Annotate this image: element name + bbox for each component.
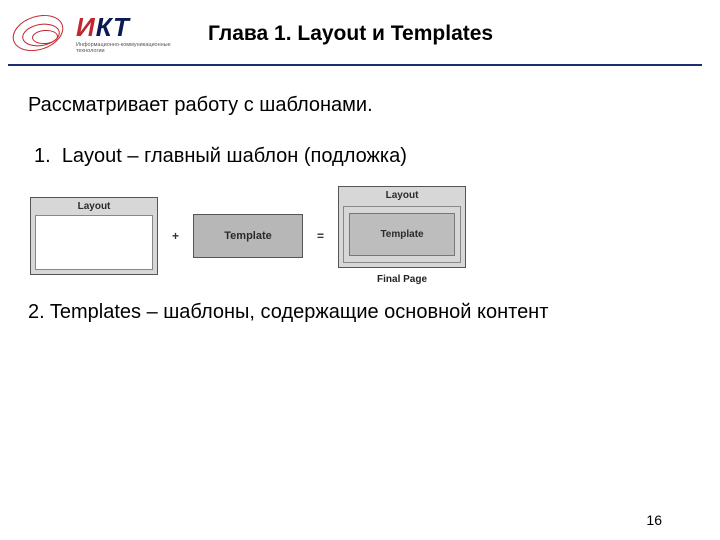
result-caption: Final Page xyxy=(377,274,427,285)
item1-number: 1. xyxy=(34,145,51,167)
layout-box-inner xyxy=(35,215,153,270)
plus-operator: + xyxy=(168,229,183,243)
result-template-label: Template xyxy=(349,213,455,256)
logo-text: ИКТ xyxy=(76,14,186,40)
result-inner-border: Template xyxy=(343,206,461,263)
layout-box-label: Layout xyxy=(31,198,157,215)
slide-content: Рассматривает работу с шаблонами. 1. Lay… xyxy=(0,66,720,324)
intro-text: Рассматривает работу с шаблонами. xyxy=(28,94,692,117)
list-item-1: 1. Layout – главный шаблон (подложка) xyxy=(34,145,692,168)
logo-text-wrap: ИКТ Информационно-коммуникационные техно… xyxy=(76,14,186,54)
logo-swirl-icon xyxy=(8,10,72,58)
diagram-result-wrap: Layout Template Final Page xyxy=(338,186,466,285)
diagram-result-box: Layout Template xyxy=(338,186,466,268)
logo-letter-red: И xyxy=(76,12,96,42)
diagram-layout-box: Layout xyxy=(30,197,158,275)
result-layout-label: Layout xyxy=(339,187,465,204)
diagram-template-box: Template xyxy=(193,214,303,258)
list-item-2: 2. Templates – шаблоны, содержащие основ… xyxy=(28,301,692,324)
page-number: 16 xyxy=(646,512,662,528)
slide-header: ИКТ Информационно-коммуникационные техно… xyxy=(0,0,720,64)
item1-text: Layout – главный шаблон (подложка) xyxy=(62,145,407,167)
layout-template-diagram: Layout + Template = Layout Template Fina… xyxy=(30,186,692,285)
logo-block: ИКТ Информационно-коммуникационные техно… xyxy=(8,10,198,58)
template-box-label: Template xyxy=(224,230,271,242)
chapter-title: Глава 1. Layout и Templates xyxy=(208,22,493,46)
logo-letters-blue: КТ xyxy=(96,12,130,42)
logo-subtitle: Информационно-коммуникационные технологи… xyxy=(76,42,186,54)
equals-operator: = xyxy=(313,229,328,243)
